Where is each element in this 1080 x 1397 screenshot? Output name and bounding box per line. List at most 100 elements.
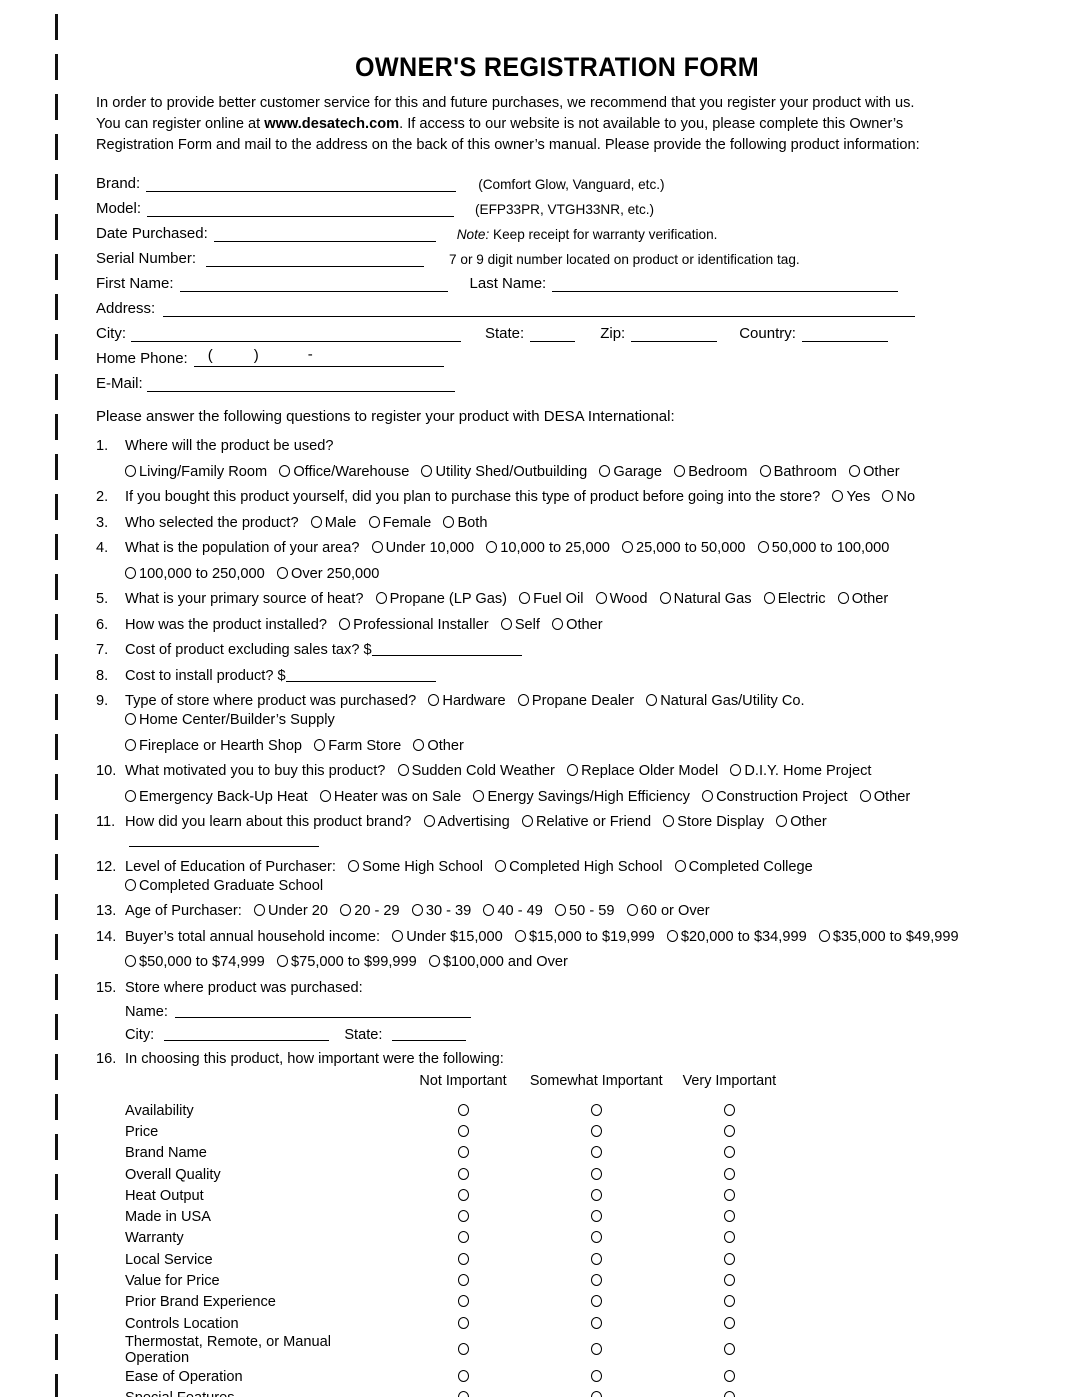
- radio-circle-icon[interactable]: [590, 1274, 602, 1287]
- radio-option-q14-1[interactable]: $50,000 to $74,999: [125, 954, 265, 970]
- radio-circle-icon[interactable]: [723, 1343, 735, 1356]
- last-name-input-line[interactable]: [552, 275, 899, 292]
- rating-cell-r7-c2[interactable]: [530, 1228, 663, 1249]
- radio-option-q9-1[interactable]: Hardware: [428, 693, 506, 709]
- rating-cell-r8-c2[interactable]: [530, 1249, 663, 1270]
- store-name-input-line[interactable]: [175, 1004, 472, 1018]
- radio-option-q10-3[interactable]: D.I.Y. Home Project: [730, 763, 871, 779]
- radio-circle-icon[interactable]: [552, 617, 564, 630]
- radio-circle-icon[interactable]: [646, 694, 658, 706]
- radio-circle-icon[interactable]: [590, 1252, 602, 1265]
- rating-cell-r5-c1[interactable]: [396, 1185, 529, 1206]
- radio-circle-icon[interactable]: [457, 1146, 469, 1159]
- radio-circle-icon[interactable]: [457, 1343, 469, 1356]
- rating-cell-r6-c2[interactable]: [530, 1206, 663, 1227]
- radio-circle-icon[interactable]: [457, 1369, 469, 1382]
- serial-number-input-line[interactable]: [206, 250, 425, 267]
- radio-circle-icon[interactable]: [626, 904, 638, 916]
- rating-cell-r3-c3[interactable]: [663, 1143, 796, 1164]
- rating-cell-r9-c1[interactable]: [396, 1270, 529, 1291]
- radio-option-q13-3[interactable]: 30 - 39: [411, 903, 471, 919]
- radio-option-q12-1[interactable]: Some High School: [348, 859, 483, 875]
- radio-circle-icon[interactable]: [457, 1124, 469, 1137]
- radio-option-q6-1[interactable]: Professional Installer: [339, 617, 489, 633]
- radio-circle-icon[interactable]: [723, 1231, 735, 1244]
- radio-circle-icon[interactable]: [776, 815, 788, 827]
- radio-option-q11-3[interactable]: Store Display: [663, 814, 764, 830]
- radio-circle-icon[interactable]: [730, 764, 742, 776]
- rating-cell-r4-c1[interactable]: [396, 1164, 529, 1185]
- radio-option-q9-1[interactable]: Fireplace or Hearth Shop: [125, 738, 302, 754]
- radio-option-q14-4[interactable]: $35,000 to $49,999: [818, 929, 959, 945]
- radio-option-q9-2[interactable]: Farm Store: [314, 738, 401, 754]
- radio-option-q4-2[interactable]: Over 250,000: [276, 566, 379, 582]
- rating-cell-r12-c1[interactable]: [396, 1334, 529, 1366]
- radio-option-q6-3[interactable]: Other: [552, 617, 603, 633]
- rating-cell-r13-c1[interactable]: [396, 1366, 529, 1387]
- radio-option-q9-3[interactable]: Natural Gas/Utility Co.: [646, 693, 805, 709]
- radio-option-q5-1[interactable]: Propane (LP Gas): [375, 591, 507, 607]
- rating-cell-r4-c3[interactable]: [663, 1164, 796, 1185]
- rating-cell-r1-c1[interactable]: [396, 1100, 529, 1121]
- radio-circle-icon[interactable]: [723, 1295, 735, 1308]
- radio-option-q3-3[interactable]: Both: [443, 515, 487, 531]
- rating-cell-r3-c2[interactable]: [530, 1143, 663, 1164]
- radio-circle-icon[interactable]: [457, 1391, 469, 1397]
- radio-circle-icon[interactable]: [279, 464, 291, 477]
- radio-circle-icon[interactable]: [125, 464, 136, 477]
- email-input-line[interactable]: [146, 375, 455, 392]
- radio-circle-icon[interactable]: [590, 1295, 602, 1308]
- rating-cell-r1-c3[interactable]: [663, 1100, 796, 1121]
- home-phone-input-line[interactable]: ( ) -: [193, 346, 444, 367]
- radio-option-q5-5[interactable]: Electric: [763, 591, 826, 607]
- store-city-input-line[interactable]: [164, 1027, 330, 1041]
- radio-option-q9-2[interactable]: Propane Dealer: [517, 693, 634, 709]
- radio-circle-icon[interactable]: [457, 1188, 469, 1201]
- radio-circle-icon[interactable]: [674, 859, 686, 872]
- rating-cell-r3-c1[interactable]: [396, 1143, 529, 1164]
- radio-option-q11-4[interactable]: Other: [776, 814, 827, 830]
- radio-option-q5-2[interactable]: Fuel Oil: [519, 591, 583, 607]
- first-name-input-line[interactable]: [179, 275, 448, 292]
- radio-option-q10-5[interactable]: Other: [859, 789, 910, 805]
- radio-circle-icon[interactable]: [832, 490, 844, 502]
- rating-cell-r13-c2[interactable]: [530, 1366, 663, 1387]
- radio-option-q14-3[interactable]: $100,000 and Over: [428, 954, 568, 970]
- radio-circle-icon[interactable]: [457, 1252, 469, 1265]
- radio-circle-icon[interactable]: [428, 694, 440, 706]
- rating-cell-r10-c3[interactable]: [663, 1292, 796, 1313]
- rating-cell-r8-c1[interactable]: [396, 1249, 529, 1270]
- radio-option-q10-4[interactable]: Construction Project: [702, 789, 848, 805]
- radio-circle-icon[interactable]: [567, 764, 579, 776]
- radio-option-q11-1[interactable]: Advertising: [423, 814, 510, 830]
- radio-circle-icon[interactable]: [521, 815, 533, 827]
- radio-circle-icon[interactable]: [421, 464, 433, 477]
- city-input-line[interactable]: [131, 325, 461, 342]
- radio-circle-icon[interactable]: [622, 541, 633, 553]
- radio-circle-icon[interactable]: [723, 1369, 735, 1382]
- brand-input-line[interactable]: [146, 175, 457, 192]
- radio-circle-icon[interactable]: [759, 464, 771, 477]
- radio-option-q1-1[interactable]: Living/Family Room: [125, 464, 267, 480]
- radio-circle-icon[interactable]: [413, 738, 425, 751]
- radio-circle-icon[interactable]: [411, 904, 423, 916]
- rating-cell-r10-c2[interactable]: [530, 1292, 663, 1313]
- radio-circle-icon[interactable]: [590, 1146, 602, 1159]
- radio-option-q12-4[interactable]: Completed Graduate School: [125, 878, 323, 894]
- radio-circle-icon[interactable]: [882, 490, 894, 502]
- radio-option-q12-2[interactable]: Completed High School: [495, 859, 662, 875]
- radio-option-q4-1[interactable]: Under 10,000: [371, 540, 474, 556]
- rating-cell-r2-c2[interactable]: [530, 1121, 663, 1142]
- radio-circle-icon[interactable]: [397, 764, 409, 776]
- radio-option-q1-4[interactable]: Garage: [599, 464, 662, 480]
- radio-circle-icon[interactable]: [723, 1316, 735, 1329]
- radio-circle-icon[interactable]: [457, 1103, 469, 1116]
- radio-circle-icon[interactable]: [457, 1210, 469, 1223]
- rating-cell-r14-c2[interactable]: [530, 1388, 663, 1397]
- radio-circle-icon[interactable]: [514, 929, 526, 942]
- radio-option-q1-5[interactable]: Bedroom: [674, 464, 747, 480]
- radio-option-q12-3[interactable]: Completed College: [674, 859, 813, 875]
- radio-circle-icon[interactable]: [517, 694, 529, 706]
- radio-circle-icon[interactable]: [590, 1231, 602, 1244]
- radio-option-q3-2[interactable]: Female: [368, 515, 431, 531]
